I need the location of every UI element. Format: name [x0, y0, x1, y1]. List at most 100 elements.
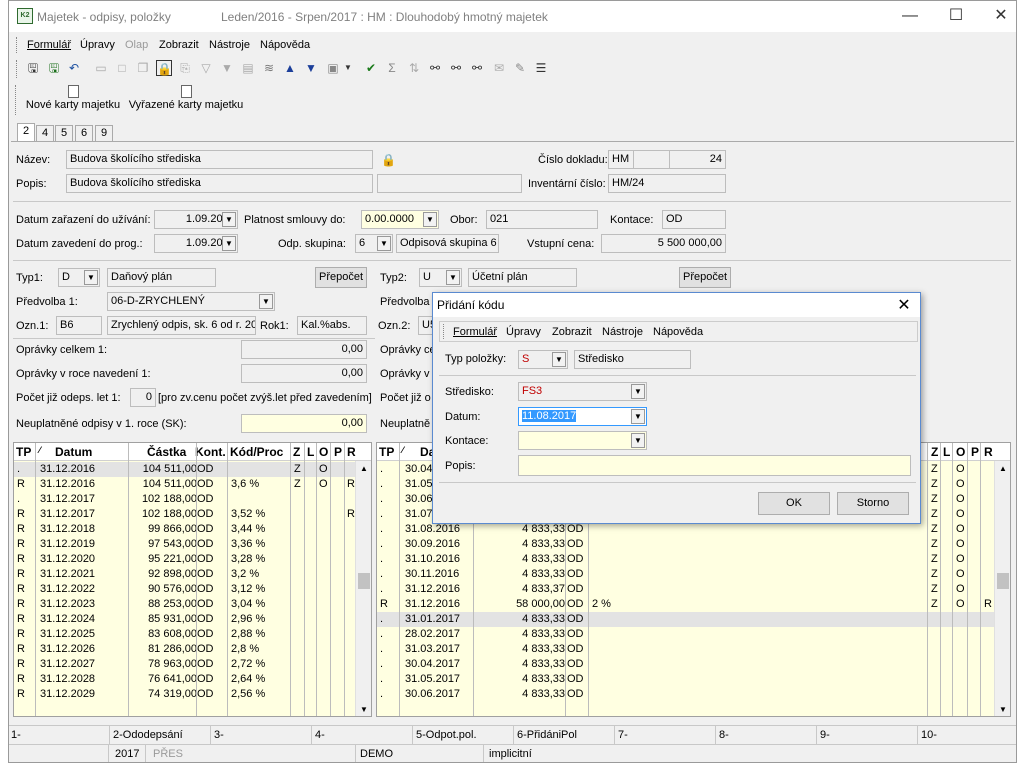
ozn1-field[interactable]: B6	[56, 316, 102, 335]
dialog-title-bar[interactable]: Přidání kódu ✕	[433, 293, 920, 317]
scroll-up-icon[interactable]: ▲	[999, 464, 1007, 473]
fkey-3[interactable]: 3-	[211, 726, 312, 745]
tab-5[interactable]: 5	[55, 125, 73, 141]
menu-formular[interactable]: Formulář	[27, 39, 71, 51]
edit-list-icon[interactable]: ✎	[512, 60, 528, 76]
col-o[interactable]: O	[956, 445, 965, 459]
scroll-thumb[interactable]	[997, 573, 1009, 589]
menu-nastroje[interactable]: Nástroje	[209, 39, 250, 51]
minimize-button[interactable]: —	[896, 5, 924, 27]
table-row[interactable]: . 31.08.2016 4 833,33 OD Z O	[377, 522, 994, 537]
chevron-down-icon[interactable]: ▼	[631, 433, 645, 448]
title-bar[interactable]: K2 Majetek - odpisy, položky Leden/2016 …	[9, 1, 1016, 32]
left-grid-scrollbar[interactable]: ▲ ▼	[355, 461, 371, 716]
cislo-dokladu-middle[interactable]	[633, 150, 670, 169]
table-row[interactable]: R 31.12.2016 58 000,00 OD 2 % Z O R	[377, 597, 994, 612]
dialog-stredisko-field[interactable]: FS3	[518, 382, 647, 401]
col-kod[interactable]: Kód/Proc	[230, 445, 283, 459]
col-sort[interactable]: ⁄	[402, 445, 404, 455]
col-l[interactable]: L	[943, 445, 950, 459]
scroll-thumb[interactable]	[358, 573, 370, 589]
table-row[interactable]: . 31.01.2017 4 833,33 OD	[377, 612, 994, 627]
save-close-icon[interactable]: 🖫	[46, 60, 62, 76]
nazev-field[interactable]: Budova školícího střediska	[66, 150, 373, 169]
obor-field[interactable]: 021	[486, 210, 598, 229]
cislo-dokladu-prefix[interactable]: HM	[608, 150, 634, 169]
col-p[interactable]: P	[971, 445, 979, 459]
rok1-field[interactable]: Kal.%abs.	[297, 316, 367, 335]
export-dropdown-icon[interactable]: ▼	[343, 60, 353, 76]
new-assets-cards-button[interactable]: Nové karty majetku	[25, 85, 121, 117]
predvolba1-field[interactable]: 06-D-ZRYCHLENÝ	[107, 292, 275, 311]
left-depreciation-grid[interactable]: TP ⁄ Datum Částka Kont. Kód/Proc Z L O P…	[13, 442, 372, 717]
lock-icon[interactable]: 🔒	[156, 60, 172, 76]
col-tp[interactable]: TP	[379, 445, 394, 459]
table-row[interactable]: . 31.12.2016 4 833,37 OD Z O	[377, 582, 994, 597]
sort-icon[interactable]: ⇅	[406, 60, 422, 76]
col-tp[interactable]: TP	[16, 445, 31, 459]
dialog-close-button[interactable]: ✕	[894, 295, 914, 315]
copy-icon[interactable]: ❐	[135, 60, 151, 76]
filter-icon[interactable]: ▽	[198, 60, 214, 76]
toolbar-grip[interactable]	[16, 60, 18, 78]
chevron-down-icon[interactable]: ▼	[259, 294, 273, 309]
dialog-popis-field[interactable]	[518, 455, 911, 476]
binoculars-icon[interactable]: ⚯	[427, 60, 443, 76]
col-sort[interactable]: ⁄	[39, 445, 41, 455]
export-icon[interactable]: ▣	[325, 60, 341, 76]
table-row[interactable]: . 31.03.2017 4 833,33 OD	[377, 642, 994, 657]
vstupni-cena-field[interactable]: 5 500 000,00	[601, 234, 726, 253]
scroll-down-icon[interactable]: ▼	[360, 705, 368, 714]
col-datum[interactable]: Datum	[55, 445, 92, 459]
table-row[interactable]: . 30.11.2016 4 833,33 OD Z O	[377, 567, 994, 582]
filter-clear-icon[interactable]: ▼	[219, 60, 235, 76]
popis-extra-field[interactable]	[377, 174, 522, 193]
chevron-down-icon[interactable]: ▼	[377, 236, 391, 251]
chevron-down-icon[interactable]: ▼	[631, 409, 645, 424]
table-row[interactable]: . 28.02.2017 4 833,33 OD	[377, 627, 994, 642]
tab-4[interactable]: 4	[36, 125, 54, 141]
fkey-8[interactable]: 8-	[716, 726, 817, 745]
arrow-down-icon[interactable]: ▼	[303, 60, 319, 76]
arrow-up-icon[interactable]: ▲	[282, 60, 298, 76]
neuplatnene-field[interactable]: 0,00	[241, 414, 367, 433]
col-r[interactable]: R	[347, 445, 356, 459]
table-row[interactable]: . 31.05.2017 4 833,33 OD	[377, 672, 994, 687]
dialog-menu-nastroje[interactable]: Nástroje	[602, 326, 643, 338]
col-z[interactable]: Z	[293, 445, 300, 459]
chevron-down-icon[interactable]: ▼	[222, 236, 236, 251]
prepocet-1-button[interactable]: Přepočet	[315, 267, 367, 288]
col-l[interactable]: L	[307, 445, 314, 459]
tab-6[interactable]: 6	[75, 125, 93, 141]
fkey-7[interactable]: 7-	[615, 726, 716, 745]
fkey-5[interactable]: 5-Odpot.pol.	[413, 726, 514, 745]
pocet-field[interactable]: 0	[130, 388, 156, 407]
tab-9[interactable]: 9	[95, 125, 113, 141]
menu-upravy[interactable]: Úpravy	[80, 39, 115, 51]
dialog-menu-zobrazit[interactable]: Zobrazit	[552, 326, 592, 338]
save-icon[interactable]: 🖫	[25, 60, 41, 76]
mail-icon[interactable]: ✉	[491, 60, 507, 76]
menu-olap[interactable]: Olap	[125, 39, 148, 51]
close-button[interactable]: ✕	[987, 5, 1015, 27]
right-grid-scrollbar[interactable]: ▲ ▼	[994, 461, 1010, 716]
discarded-assets-cards-button[interactable]: Vyřazené karty majetku	[128, 85, 244, 117]
chevron-down-icon[interactable]: ▼	[423, 212, 437, 227]
table-row[interactable]: . 30.06.2017 4 833,33 OD	[377, 687, 994, 702]
inventarni-cislo-field[interactable]: HM/24	[608, 174, 726, 193]
col-kont[interactable]: Kont.	[195, 445, 226, 459]
chevron-down-icon[interactable]: ▼	[84, 270, 98, 285]
document-filter-icon[interactable]: ▤	[240, 60, 256, 76]
opravky-celkem-field[interactable]: 0,00	[241, 340, 367, 359]
maximize-button[interactable]: ☐	[942, 5, 970, 27]
attach-icon[interactable]: ⎘	[177, 60, 193, 76]
bigbar-grip[interactable]	[15, 85, 17, 115]
menu-napoveda[interactable]: Nápověda	[260, 39, 310, 51]
prepocet-2-button[interactable]: Přepočet	[679, 267, 731, 288]
cislo-dokladu-number[interactable]: 24	[669, 150, 726, 169]
chevron-down-icon[interactable]: ▼	[446, 270, 460, 285]
dialog-datum-field[interactable]: 11.08.2017	[518, 407, 647, 426]
table-row[interactable]: . 31.10.2016 4 833,33 OD Z O	[377, 552, 994, 567]
col-o[interactable]: O	[319, 445, 328, 459]
dialog-menu-grip[interactable]	[443, 324, 445, 339]
